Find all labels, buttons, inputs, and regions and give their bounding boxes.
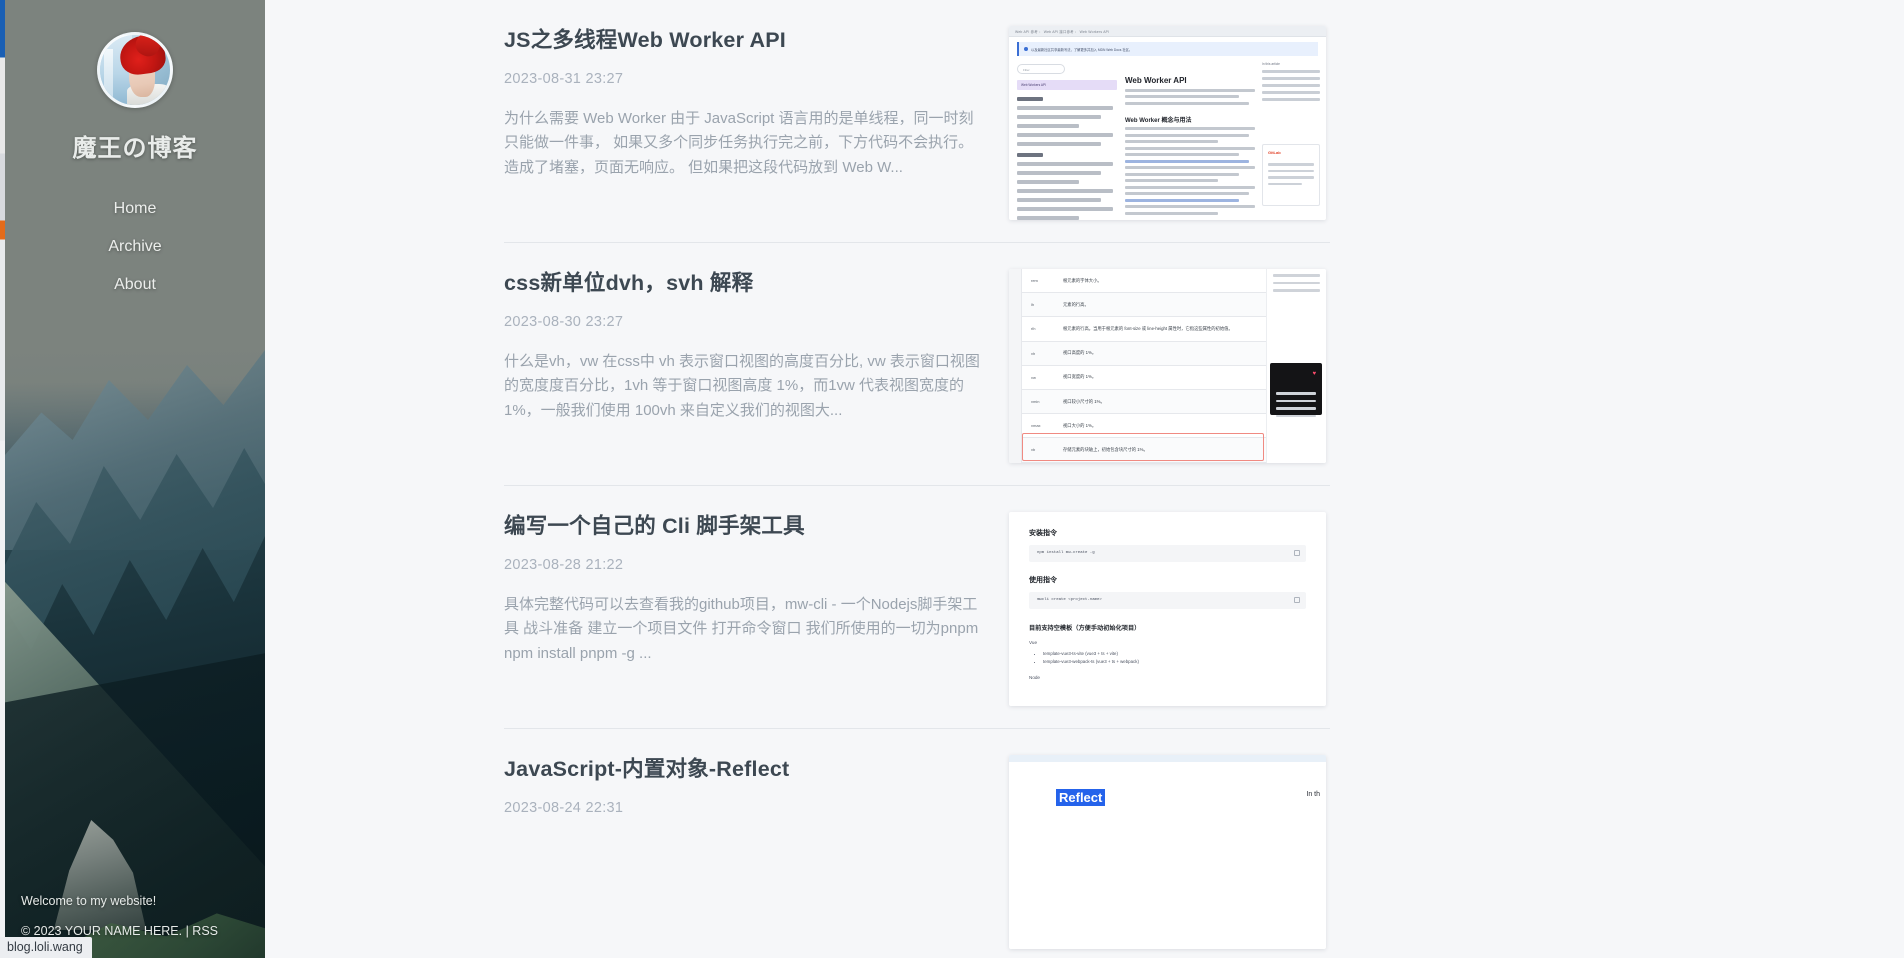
thumb-group-vue: Vue: [1029, 640, 1038, 645]
thumb-subheading: Web Worker 概念与用法: [1125, 117, 1192, 124]
unit-cell: rlh: [1031, 326, 1036, 332]
post-date: 2023-08-31 23:27: [504, 71, 624, 88]
desc-cell: 存储元素的块轴上，初始包含块尺寸的 1%。: [1063, 446, 1148, 452]
thumb-scrollbar: [1009, 269, 1022, 463]
thumb-notice: 以及最新社区共享最新写法，了解更多并加入 MDN Web Docs 社区。: [1031, 47, 1133, 52]
thumb-code-text: npm install mw-create -g: [1037, 551, 1095, 555]
post-excerpt: 为什么需要 Web Worker 由于 JavaScript 语言用的是单线程，…: [504, 110, 974, 176]
desc-cell: 元素的行高。: [1063, 301, 1089, 307]
site-title: 魔王の博客: [72, 135, 198, 162]
desc-cell: 视口高度的 1%。: [1063, 350, 1097, 356]
thumb-group-node: Node: [1029, 674, 1040, 680]
sidebar: 魔王の博客 Home Archive About Welcome to my w…: [5, 0, 265, 958]
post-thumbnail[interactable]: Reflect In th: [1009, 755, 1326, 949]
post-title[interactable]: 编写一个自己的 Cli 脚手架工具: [504, 512, 985, 541]
thumb-breadcrumb: Web API 参考 ： Web API 接口参考 ： Web Workers …: [1015, 30, 1110, 34]
thumb-template-item: template-vue3-ts-vite (vue3 + ts + vite): [1043, 650, 1306, 658]
thumb-nav-highlight: Web Workers API: [1021, 83, 1047, 87]
desc-cell: 视口宽度的 1%。: [1063, 374, 1097, 380]
thumb-dark-card: ♥: [1270, 363, 1322, 418]
thumb-promo-label: GitLab: [1268, 150, 1281, 155]
thumb-side-text: In th: [1306, 791, 1320, 798]
sidebar-item-home[interactable]: Home: [5, 190, 265, 228]
thumb-right-panel: ♥: [1266, 269, 1326, 463]
thumb-code-block: npm install mw-create -g: [1029, 545, 1306, 562]
post-text: JS之多线程Web Worker API 2023-08-31 23:27 为什…: [504, 26, 1009, 180]
post-item: css新单位dvh，svh 解释 2023-08-30 23:27 什么是vh，…: [504, 242, 1330, 485]
copy-icon[interactable]: [1294, 550, 1300, 556]
info-icon: [1024, 47, 1028, 51]
thumb-section-templates: 目前支持空模板（方便手动初始化项目）: [1029, 625, 1141, 632]
thumb-template-item: template-vue3-webpack-ts (vue3 + ts + we…: [1043, 658, 1306, 666]
post-excerpt: 具体完整代码可以去查看我的github项目，mw-cli - 一个Nodejs脚…: [504, 596, 979, 662]
post-item: JS之多线程Web Worker API 2023-08-31 23:27 为什…: [504, 0, 1330, 242]
unit-cell: rem: [1031, 278, 1038, 284]
welcome-text: Welcome to my website!: [21, 894, 157, 908]
unit-cell: vmin: [1031, 399, 1040, 405]
post-text: css新单位dvh，svh 解释 2023-08-30 23:27 什么是vh，…: [504, 269, 1009, 423]
thumb-heading: Web Worker API: [1125, 76, 1187, 85]
post-date: 2023-08-24 22:31: [504, 800, 624, 817]
unit-cell: vmax: [1031, 423, 1041, 429]
desc-cell: 根元素的字体大小。: [1063, 277, 1102, 283]
thumb-filter-label: Filter: [1023, 68, 1030, 72]
post-excerpt: 什么是vh，vw 在css中 vh 表示窗口视图的高度百分比, vw 表示窗口视…: [504, 353, 980, 419]
desc-cell: 视口大小的 1%。: [1063, 422, 1097, 428]
post-title[interactable]: css新单位dvh，svh 解释: [504, 269, 985, 298]
post-item: 编写一个自己的 Cli 脚手架工具 2023-08-28 21:22 具体完整代…: [504, 485, 1330, 728]
status-bar-url: blog.loli.wang: [0, 937, 92, 958]
post-text: JavaScript-内置对象-Reflect 2023-08-24 22:31: [504, 755, 1009, 836]
post-date: 2023-08-30 23:27: [504, 314, 624, 331]
post-title[interactable]: JS之多线程Web Worker API: [504, 26, 985, 55]
copy-icon[interactable]: [1294, 597, 1300, 603]
unit-cell: vb: [1031, 447, 1036, 453]
unit-cell: vw: [1031, 374, 1036, 380]
thumb-code-block: mwcli create <project-name>: [1029, 592, 1306, 609]
post-title[interactable]: JavaScript-内置对象-Reflect: [504, 755, 985, 784]
post-thumbnail[interactable]: rem 根元素的字体大小。 lh 元素的行高。 rlh 根元素的行高。当用于根元素的 …: [1009, 269, 1326, 463]
desc-cell: 视口较小尺寸的 1%。: [1063, 398, 1105, 404]
thumb-toc: In this article: [1262, 62, 1320, 101]
unit-cell: vh: [1031, 350, 1036, 356]
sidebar-item-about[interactable]: About: [5, 266, 265, 304]
post-thumbnail[interactable]: 安装指令 npm install mw-create -g 使用指令 mwcli…: [1009, 512, 1326, 706]
heart-icon: ♥: [1312, 371, 1316, 377]
thumb-toc-title: In this article: [1262, 62, 1280, 66]
sidebar-footer: Welcome to my website! © 2023 YOUR NAME …: [21, 894, 218, 938]
post-thumbnail[interactable]: Web API 参考 ： Web API 接口参考 ： Web Workers …: [1009, 26, 1326, 220]
thumb-table: rem 根元素的字体大小。 lh 元素的行高。 rlh 根元素的行高。当用于根元素的 …: [1022, 269, 1266, 463]
desc-cell: 根元素的行高。当用于根元素的 font-size 或 line-height 属…: [1063, 325, 1233, 331]
thumb-code-text: mwcli create <project-name>: [1037, 598, 1102, 602]
sidebar-nav: Home Archive About: [5, 190, 265, 304]
copyright-text: © 2023 YOUR NAME HERE. | RSS: [21, 924, 219, 938]
thumb-filter-box: Filter: [1017, 64, 1065, 74]
unit-cell: lh: [1031, 302, 1035, 308]
thumb-selected-text: Reflect: [1056, 789, 1106, 806]
thumb-sidenav: Web Workers API: [1017, 80, 1117, 220]
post-list: JS之多线程Web Worker API 2023-08-31 23:27 为什…: [265, 0, 1904, 958]
background-window-sliver: [0, 0, 5, 958]
avatar[interactable]: [97, 32, 173, 108]
sidebar-item-archive[interactable]: Archive: [5, 228, 265, 266]
thumb-promo-card: GitLab: [1262, 144, 1320, 206]
post-text: 编写一个自己的 Cli 脚手架工具 2023-08-28 21:22 具体完整代…: [504, 512, 1009, 666]
post-date: 2023-08-28 21:22: [504, 557, 624, 574]
main-content: JS之多线程Web Worker API 2023-08-31 23:27 为什…: [265, 0, 1904, 958]
post-item: JavaScript-内置对象-Reflect 2023-08-24 22:31…: [504, 728, 1330, 958]
thumb-article: Web Worker API Web Worker 概念与用法: [1125, 76, 1258, 215]
thumb-section-install: 安装指令: [1029, 530, 1057, 537]
thumb-section-usage: 使用指令: [1029, 577, 1057, 584]
